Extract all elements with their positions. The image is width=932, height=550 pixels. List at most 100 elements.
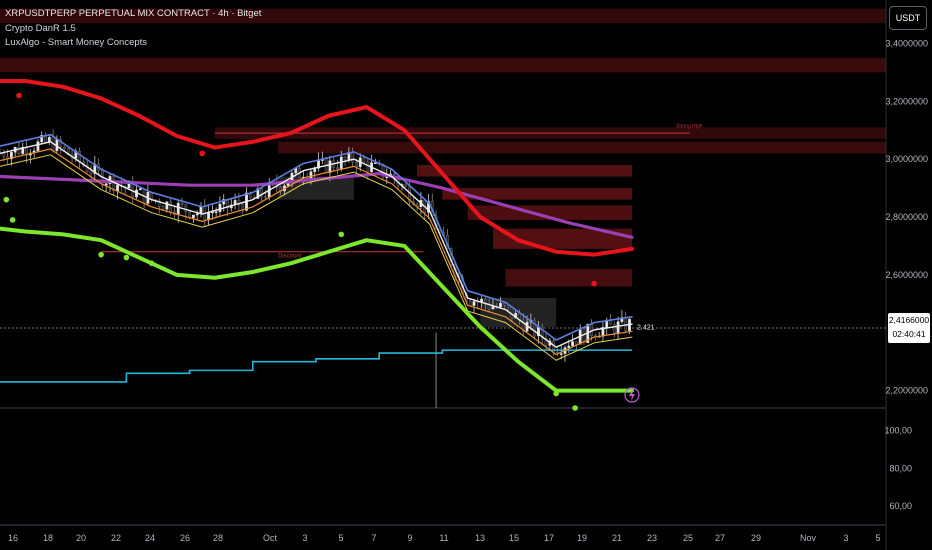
time-tick-label: 29 [751,533,761,543]
chart-legend: XRPUSDTPERP PERPETUAL MIX CONTRACT · 4h … [5,7,261,51]
time-tick-label: 22 [111,533,121,543]
signal-dot [16,92,22,99]
signal-dot [3,196,10,203]
currency-button[interactable]: USDT [889,6,927,30]
annotation-discount: Discount [278,254,302,260]
price-tick-label: 3,2000000 [885,96,928,106]
candle-body [78,151,82,163]
candle-body [161,206,165,210]
time-tick-label: 28 [213,533,223,543]
time-tick-label: 27 [715,533,725,543]
candle-body [176,202,180,215]
oscillator-tick-label: 100,00 [884,426,912,436]
time-tick-label: 19 [577,533,587,543]
last-value-label: 2.421 [637,325,655,332]
candle-body [343,156,347,160]
signal-dot [591,280,597,287]
current-price: 2,4166000 [888,315,930,325]
signal-dot [123,254,130,261]
time-tick-label: 9 [407,533,412,543]
time-tick-label: 26 [180,533,190,543]
chart-canvas[interactable]: Strong High Discount 2.421 3,4000000 3,2000… [0,0,932,550]
candle-body [184,204,188,213]
candle-body [502,303,506,306]
time-tick-label: 23 [647,533,657,543]
candle-body [309,171,313,179]
candle-body [366,161,370,172]
candle-body [624,317,628,331]
candle-body [491,306,495,310]
candle-body [89,171,93,174]
time-tick-label: 5 [875,533,880,543]
legend-indicator-2[interactable]: LuxAlgo - Smart Money Concepts [5,36,261,51]
time-tick-label: 15 [509,533,519,543]
candle-body [336,167,339,170]
candle-body [116,184,119,192]
candle-body [571,341,574,347]
signal-dot [199,150,206,157]
oscillator-tick-label: 80,00 [889,463,912,473]
supply-zone [0,57,886,73]
candle-body [355,162,358,168]
candle-body [138,188,142,191]
candle-body [574,341,578,345]
candle-body [218,203,222,212]
time-tick-label: 24 [145,533,155,543]
candle-body [616,321,620,334]
time-tick-label: 3 [302,533,307,543]
time-tick-label: 13 [475,533,485,543]
price-tick-label: 3,4000000 [885,38,928,48]
signal-dot [148,260,155,267]
candle-body [328,160,332,173]
price-tick-label: 2,8000000 [885,212,928,222]
candle-body [165,201,169,210]
current-price-tag: 2,4166000 02:40:41 [888,313,930,343]
price-tick-label: 2,2000000 [885,386,928,396]
time-tick-label: 18 [43,533,53,543]
candle-body [63,146,66,149]
time-tick-label: 16 [8,533,18,543]
candle-body [180,202,184,205]
legend-indicator-1[interactable]: Crypto DanR 1.5 [5,22,261,37]
signal-dot [572,405,578,411]
candle-body [559,353,563,355]
candle-body [264,196,267,198]
candle-body [188,211,191,218]
price-tick-label: 2,6000000 [885,270,928,280]
signal-dot [338,231,345,238]
supply-zone [278,141,887,154]
time-tick-label: 11 [439,533,448,543]
candle-body [404,184,408,187]
annotation-strong-high: Strong High [676,123,703,129]
candle-body [351,152,355,163]
candle-body [499,303,502,308]
oscillator-tick-label: 60,00 [889,501,912,511]
signal-dot [553,390,559,397]
candle-body [472,301,476,306]
supply-zone [442,188,632,200]
candle-body [169,201,173,213]
time-tick-label: 5 [338,533,343,543]
signal-dot [9,217,16,223]
time-tick-label: 21 [612,533,622,543]
supply-zone [505,269,632,287]
bar-countdown: 02:40:41 [892,329,926,339]
price-tick-label: 3,0000000 [885,154,928,164]
time-tick-label: 20 [76,533,86,543]
signal-dot [98,251,104,258]
candle-body [36,141,40,152]
candle-body [567,345,571,348]
time-tick-label: Oct [263,533,278,543]
time-tick-label: 17 [544,533,554,543]
candle-body [362,157,366,163]
candle-body [195,213,199,216]
time-tick-label: 25 [683,533,693,543]
candle-body [612,324,616,334]
candle-body [2,153,6,158]
legend-symbol[interactable]: XRPUSDTPERP PERPETUAL MIX CONTRACT · 4h … [5,7,261,22]
candle-body [191,214,195,218]
time-tick-label: Nov [800,533,817,543]
supply-zone [417,164,632,177]
candle-body [468,301,472,306]
time-tick-label: 3 [843,533,848,543]
